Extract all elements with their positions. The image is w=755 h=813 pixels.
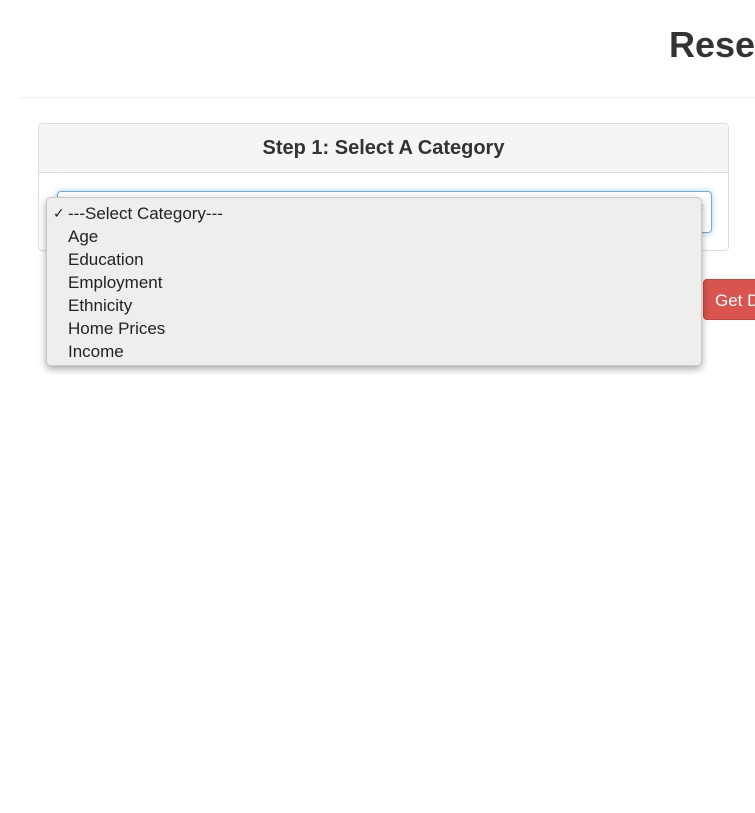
option-label: Employment [68,273,163,292]
dropdown-option-home-prices[interactable]: Home Prices [47,317,701,340]
dropdown-option-employment[interactable]: Employment [47,271,701,294]
get-data-button[interactable]: Get D [703,279,755,320]
option-label: ---Select Category--- [68,204,223,223]
page-header: Rese [20,0,755,98]
dropdown-option-income[interactable]: Income [47,340,701,363]
panel-title: Step 1: Select A Category [262,136,505,159]
dropdown-option-select-category[interactable]: ✓ ---Select Category--- [47,202,701,225]
dropdown-option-age[interactable]: Age [47,225,701,248]
dropdown-option-ethnicity[interactable]: Ethnicity [47,294,701,317]
option-label: Ethnicity [68,296,133,315]
option-label: Age [68,227,99,246]
option-label: Education [68,250,144,269]
option-label: Home Prices [68,319,166,338]
checkmark-icon: ✓ [53,205,65,221]
page-title: Rese [669,24,755,65]
option-label: Income [68,342,124,361]
category-dropdown-menu: ✓ ---Select Category--- Age Education Em… [46,197,702,366]
dropdown-option-education[interactable]: Education [47,248,701,271]
panel-heading: Step 1: Select A Category [39,124,728,173]
